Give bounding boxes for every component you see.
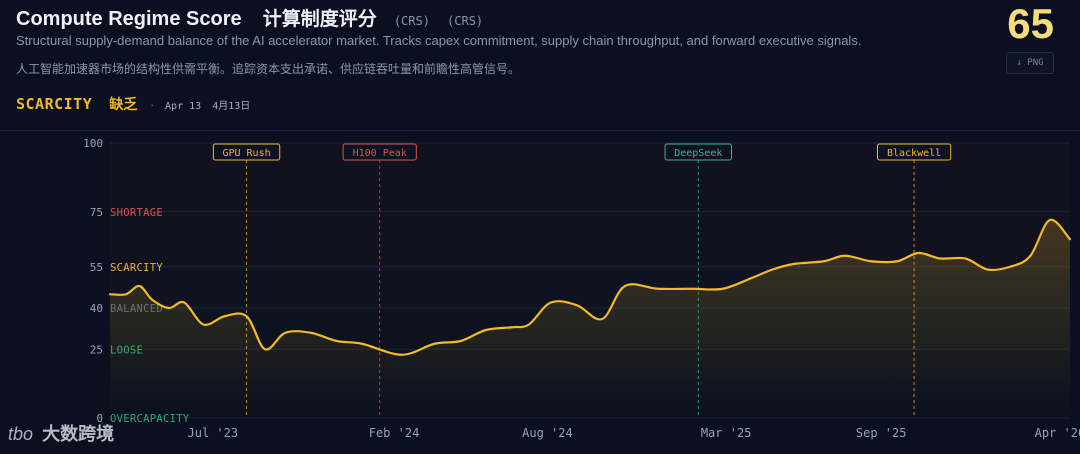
y-tick-label: 55 [90, 261, 103, 274]
y-tick-label: 75 [90, 206, 103, 219]
watermark-text: 大数跨境 [42, 424, 115, 445]
zone-label: SCARCITY [110, 262, 163, 274]
watermark: tbo 大数跨境 [8, 420, 114, 446]
y-tick-label: 25 [90, 343, 103, 356]
x-tick-label: Jul '23 [188, 426, 239, 440]
watermark-logo: tbo [8, 424, 34, 444]
x-tick-label: Mar '25 [701, 426, 752, 440]
zone-label: SHORTAGE [110, 207, 163, 219]
event-label: GPU Rush [222, 148, 270, 159]
y-tick-label: 40 [90, 302, 103, 315]
event-label: Blackwell [887, 148, 941, 159]
event-label: H100 Peak [353, 148, 407, 159]
event-label: DeepSeek [674, 148, 722, 159]
chart: 025405575100OVERCAPACITYLOOSEBALANCEDSCA… [83, 137, 1080, 440]
x-tick-label: Feb '24 [369, 426, 420, 440]
x-tick-label: Apr '26 [1035, 426, 1080, 440]
x-tick-label: Aug '24 [522, 426, 573, 440]
x-tick-label: Sep '25 [856, 426, 907, 440]
y-tick-label: 100 [83, 137, 103, 150]
